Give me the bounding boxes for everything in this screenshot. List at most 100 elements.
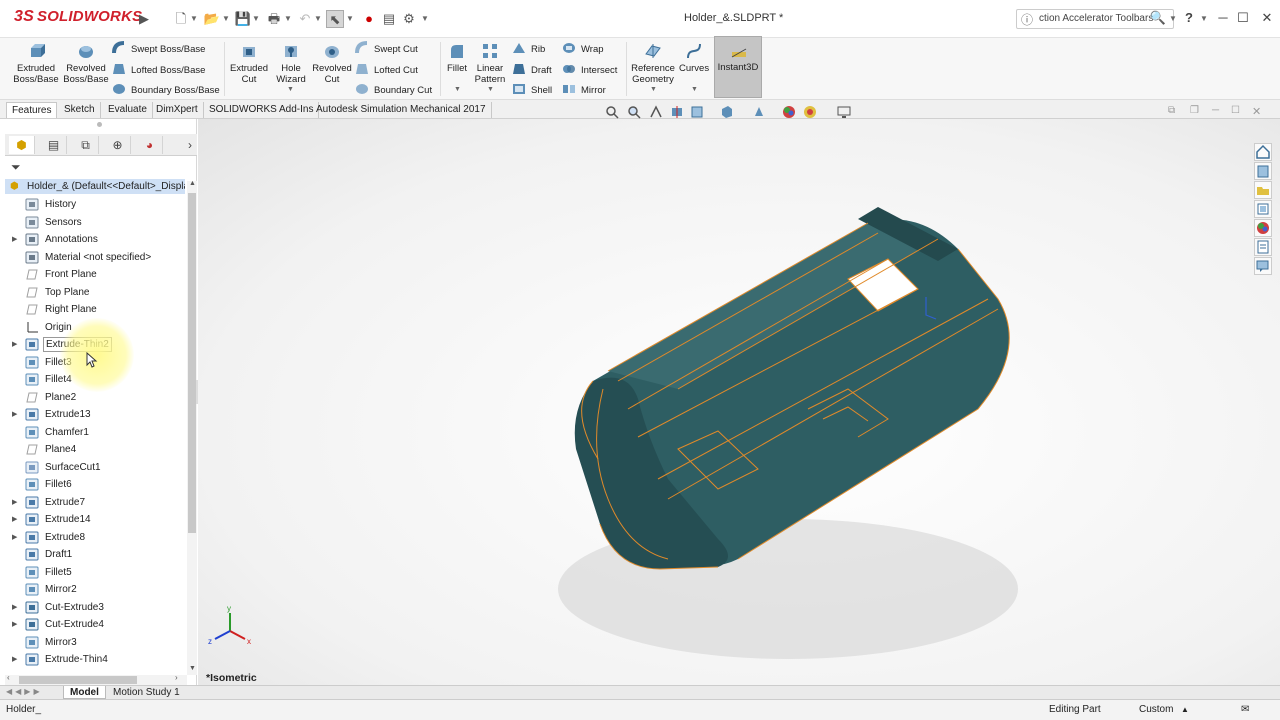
- tree-horizontal-scrollbar[interactable]: ‹ ›: [5, 673, 187, 685]
- chevron-down-icon[interactable]: ▼: [284, 13, 292, 25]
- appearances-scenes-icon[interactable]: [1254, 219, 1272, 237]
- tree-vertical-scrollbar[interactable]: ▲ ▼: [187, 180, 197, 675]
- design-library-icon[interactable]: [1254, 162, 1272, 180]
- solidworks-resources-icon[interactable]: [1254, 143, 1272, 161]
- tab-features[interactable]: Features: [6, 102, 58, 118]
- maximize-icon[interactable]: ☐: [1234, 9, 1252, 27]
- close-icon[interactable]: ✕: [1258, 9, 1276, 27]
- undo-icon[interactable]: ↶: [296, 10, 314, 28]
- expand-arrow-icon[interactable]: ▶: [12, 616, 17, 633]
- scroll-up-icon[interactable]: ▲: [189, 180, 196, 187]
- rebuild-icon[interactable]: ●: [360, 10, 378, 28]
- instant3d-button[interactable]: Instant3D: [714, 36, 762, 98]
- chevron-down-icon[interactable]: ▼: [454, 86, 461, 93]
- tab-sketch[interactable]: Sketch: [59, 102, 101, 118]
- tree-item-extrude8[interactable]: ▶ Extrude8: [5, 529, 185, 546]
- linear-pattern-button[interactable]: Linear Pattern: [472, 42, 508, 85]
- tree-item-front-plane[interactable]: Front Plane: [5, 266, 185, 283]
- lofted-cut-button[interactable]: Lofted Cut: [355, 62, 418, 78]
- viewport-restore-icon[interactable]: ⧉: [1168, 105, 1182, 119]
- section-view-icon[interactable]: [670, 105, 684, 119]
- notifications-icon[interactable]: ✉: [1241, 701, 1249, 718]
- hscroll-thumb[interactable]: [19, 676, 137, 684]
- scroll-thumb[interactable]: [188, 193, 196, 533]
- dimxpert-manager-tab-icon[interactable]: ⊕: [105, 136, 131, 154]
- chevron-down-icon[interactable]: ▼: [487, 86, 494, 93]
- revolved-boss-button[interactable]: Revolved Boss/Base: [62, 42, 110, 85]
- search-icon[interactable]: 🔍: [1149, 9, 1167, 27]
- property-manager-tab-icon[interactable]: ▤: [41, 136, 67, 154]
- boundary-cut-button[interactable]: Boundary Cut: [355, 82, 432, 98]
- tab-evaluate[interactable]: Evaluate: [103, 102, 153, 118]
- chevron-down-icon[interactable]: ▼: [346, 13, 354, 25]
- boundary-boss-button[interactable]: Boundary Boss/Base: [112, 82, 220, 98]
- custom-properties-icon[interactable]: [1254, 238, 1272, 256]
- feature-manager-tab-icon[interactable]: ⬢: [9, 136, 35, 154]
- expand-arrow-icon[interactable]: ▶: [12, 231, 17, 248]
- extruded-boss-button[interactable]: Extruded Boss/Base: [12, 42, 60, 85]
- minimize-icon[interactable]: ─: [1214, 9, 1232, 27]
- new-icon[interactable]: 🗋: [172, 10, 190, 28]
- options-icon[interactable]: ⚙: [400, 10, 418, 28]
- file-explorer-icon[interactable]: [1254, 181, 1272, 199]
- graphics-area[interactable]: y x z: [198, 119, 1280, 685]
- chevron-up-icon[interactable]: ▲: [1181, 701, 1189, 718]
- fillet-button[interactable]: Fillet: [444, 42, 470, 74]
- dynamic-annotation-icon[interactable]: [690, 105, 704, 119]
- tree-item-top-plane[interactable]: Top Plane: [5, 284, 185, 301]
- tree-item-extrude14[interactable]: ▶ Extrude14: [5, 511, 185, 528]
- chevron-down-icon[interactable]: ▼: [650, 86, 657, 93]
- shell-button[interactable]: Shell: [512, 82, 552, 98]
- expand-arrow-icon[interactable]: ▶: [12, 651, 17, 668]
- previous-view-icon[interactable]: [649, 105, 663, 119]
- solidworks-logo[interactable]: 3S SOLIDWORKS: [14, 8, 142, 26]
- tree-item-plane4[interactable]: Plane4: [5, 441, 185, 458]
- tree-item-extrude13[interactable]: ▶ Extrude13: [5, 406, 185, 423]
- chevron-down-icon[interactable]: ▼: [421, 13, 429, 25]
- apply-scene-icon[interactable]: [803, 105, 817, 119]
- part-model-view[interactable]: y x z: [198, 119, 1280, 685]
- hole-wizard-button[interactable]: Hole Wizard: [271, 42, 311, 85]
- tree-item-mirror2[interactable]: Mirror2: [5, 581, 185, 598]
- rib-button[interactable]: Rib: [512, 41, 545, 57]
- tree-item-cut-extrude4[interactable]: ▶ Cut-Extrude4: [5, 616, 185, 633]
- wrap-button[interactable]: Wrap: [562, 41, 604, 57]
- forum-icon[interactable]: [1254, 257, 1272, 275]
- expand-arrow-icon[interactable]: ▶: [12, 529, 17, 546]
- select-icon[interactable]: ⬉: [326, 10, 344, 28]
- appearance-icon[interactable]: [782, 105, 796, 119]
- chevron-down-icon[interactable]: ▼: [314, 13, 322, 25]
- tab-motion-study-1[interactable]: Motion Study 1: [107, 686, 186, 699]
- expand-arrow-icon[interactable]: ▶: [12, 511, 17, 528]
- expand-arrow-icon[interactable]: ▶: [12, 599, 17, 616]
- scroll-right-icon[interactable]: ›: [175, 673, 178, 682]
- tree-item-material-not-specified[interactable]: Material <not specified>: [5, 249, 185, 266]
- display-style-icon[interactable]: [752, 105, 766, 119]
- tree-item-annotations[interactable]: ▶ Annotations: [5, 231, 185, 248]
- tree-item-right-plane[interactable]: Right Plane: [5, 301, 185, 318]
- lofted-boss-button[interactable]: Lofted Boss/Base: [112, 62, 205, 78]
- tab-model[interactable]: Model: [63, 686, 106, 699]
- zoom-to-fit-icon[interactable]: [605, 105, 619, 119]
- flyout-arrow-icon[interactable]: ▶: [135, 10, 153, 28]
- print-icon[interactable]: 🖶: [265, 10, 283, 28]
- expand-arrow-icon[interactable]: ▶: [12, 406, 17, 423]
- scroll-left-icon[interactable]: ‹: [7, 673, 10, 682]
- expand-arrow-icon[interactable]: ▶: [12, 494, 17, 511]
- help-button[interactable]: ?: [1180, 9, 1198, 27]
- tree-item-surfacecut1[interactable]: SurfaceCut1: [5, 459, 185, 476]
- filter-icon[interactable]: ⏷: [11, 160, 21, 175]
- swept-boss-button[interactable]: Swept Boss/Base: [112, 41, 205, 57]
- chevron-down-icon[interactable]: ▼: [190, 13, 198, 25]
- view-palette-icon[interactable]: [1254, 200, 1272, 218]
- tree-item-fillet6[interactable]: Fillet6: [5, 476, 185, 493]
- tree-item-extrude-thin4[interactable]: ▶ Extrude-Thin4: [5, 651, 185, 668]
- display-manager-tab-icon[interactable]: ◕: [137, 136, 163, 154]
- viewport-maximize-icon[interactable]: ☐: [1231, 105, 1245, 119]
- tree-item-draft1[interactable]: Draft1: [5, 546, 185, 563]
- tree-item-sensors[interactable]: Sensors: [5, 214, 185, 231]
- tab-solidworks-add-ins[interactable]: SOLIDWORKS Add-Ins: [204, 102, 320, 118]
- chevron-down-icon[interactable]: ▼: [252, 13, 260, 25]
- tree-item-chamfer1[interactable]: Chamfer1: [5, 424, 185, 441]
- tree-item-history[interactable]: History: [5, 196, 185, 213]
